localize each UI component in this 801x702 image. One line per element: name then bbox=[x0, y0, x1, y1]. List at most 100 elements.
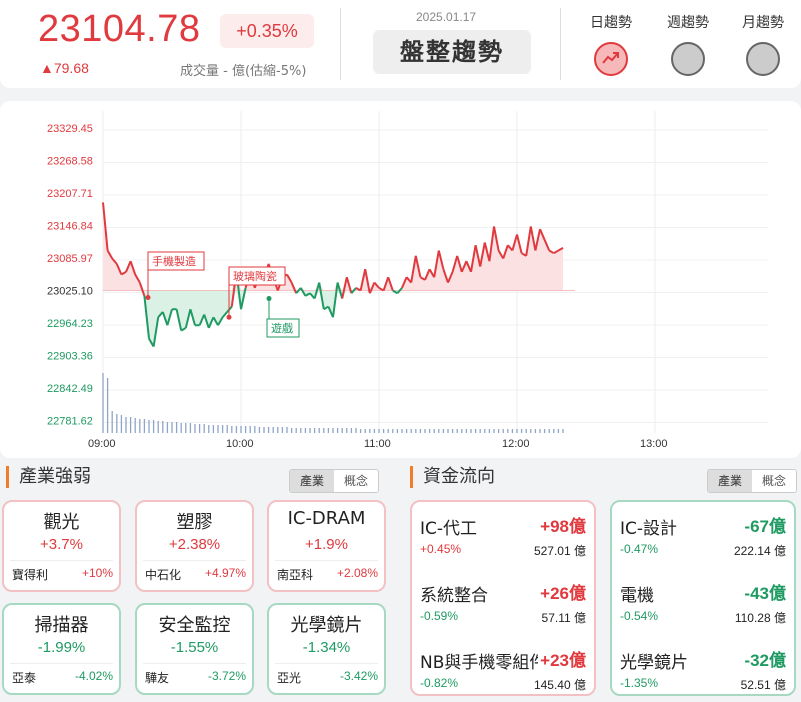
flow-name: 電機 bbox=[620, 586, 654, 606]
tab-label: 週趨勢 bbox=[667, 15, 709, 31]
industry-card[interactable]: IC-DRAM +1.9% 南亞科 +2.08% bbox=[267, 500, 386, 592]
divider bbox=[143, 560, 246, 561]
flow-amount: +23億 bbox=[540, 651, 586, 670]
flow-amount: -43億 bbox=[744, 584, 786, 603]
leading-stock: 寶得利 bbox=[12, 568, 49, 582]
flow-amount: +98億 bbox=[540, 517, 586, 536]
flow-amount: -32億 bbox=[744, 651, 786, 670]
segment-industry[interactable]: 產業 bbox=[290, 470, 334, 492]
leading-stock-pct: -3.42% bbox=[339, 669, 378, 683]
leading-stock-pct: -4.02% bbox=[74, 669, 113, 683]
flow-pct: -0.82% bbox=[420, 676, 459, 690]
chart-svg: 23329.45 23268.58 23207.71 23146.84 23085.97… bbox=[47, 111, 768, 450]
circle-icon bbox=[746, 42, 780, 76]
intraday-chart[interactable]: 23329.45 23268.58 23207.71 23146.84 23085.97… bbox=[0, 101, 801, 462]
tab-label: 月趨勢 bbox=[742, 15, 784, 31]
flow-item[interactable]: 光學鏡片 -32億 -1.35% 52.51 億 bbox=[620, 642, 786, 700]
flow-item[interactable]: IC-設計 -67億 -0.47% 222.14 億 bbox=[620, 508, 786, 566]
divider bbox=[10, 560, 113, 561]
industry-card[interactable]: 光學鏡片 -1.34% 亞光 -3.42% bbox=[267, 603, 386, 695]
industry-card[interactable]: 塑膠 +2.38% 中石化 +4.97% bbox=[135, 500, 254, 592]
divider bbox=[275, 663, 378, 664]
industry-segment: 產業 概念 bbox=[289, 469, 379, 493]
industry-name: 光學鏡片 bbox=[290, 615, 363, 636]
outflow-panel: IC-設計 -67億 -0.47% 222.14 億 電機 -43億 -0.54… bbox=[610, 500, 796, 696]
industry-name: 安全監控 bbox=[158, 615, 231, 636]
divider bbox=[275, 560, 378, 561]
x-tick-label: 11:00 bbox=[364, 438, 391, 450]
y-tick-label: 23146.84 bbox=[47, 221, 93, 233]
flow-value: 145.40 億 bbox=[533, 678, 586, 692]
annotation-label: 玻璃陶瓷 bbox=[233, 269, 277, 283]
divider bbox=[143, 663, 246, 664]
x-tick-label: 13:00 bbox=[640, 438, 668, 450]
leading-stock-pct: +4.97% bbox=[204, 566, 246, 580]
industry-name: 觀光 bbox=[43, 512, 80, 533]
fundflow-section-title: 資金流向 bbox=[410, 466, 495, 488]
y-tick-label: 23207.71 bbox=[47, 188, 93, 200]
flow-amount: +26億 bbox=[540, 584, 586, 603]
y-tick-label: 22903.36 bbox=[47, 351, 93, 363]
industry-name: 掃描器 bbox=[34, 615, 89, 636]
flow-item[interactable]: NB與手機零組件 +23億 -0.82% 145.40 億 bbox=[420, 642, 586, 700]
industry-pct: -1.99% bbox=[37, 639, 86, 656]
flow-pct: -0.59% bbox=[420, 609, 459, 623]
y-tick-label: 23085.97 bbox=[47, 253, 93, 265]
leading-stock-pct: -3.72% bbox=[207, 669, 246, 683]
y-tick-label: 23025.10 bbox=[47, 286, 93, 298]
circle-icon bbox=[671, 42, 705, 76]
change-percent-badge: +0.35% bbox=[220, 14, 314, 48]
inflow-panel: IC-代工 +98億 +0.45% 527.01 億 系統整合 +26億 -0.… bbox=[410, 500, 596, 696]
flow-name: IC-代工 bbox=[420, 519, 478, 539]
quote-header: 23104.78 +0.35% ▲79.68 成交量 - 億(估縮-5%) 20… bbox=[0, 0, 801, 88]
intraday-chart-card: 23329.45 23268.58 23207.71 23146.84 23085.97… bbox=[0, 101, 801, 458]
industry-name: 塑膠 bbox=[176, 512, 213, 533]
flow-value: 110.28 億 bbox=[734, 611, 786, 625]
industry-card[interactable]: 掃描器 -1.99% 亞泰 -4.02% bbox=[2, 603, 121, 695]
annotation-dot bbox=[226, 314, 232, 320]
divider bbox=[340, 8, 341, 80]
x-tick-label: 12:00 bbox=[502, 438, 530, 450]
leading-stock-pct: +10% bbox=[81, 566, 113, 580]
y-tick-label: 22964.23 bbox=[47, 318, 93, 330]
flow-item[interactable]: 電機 -43億 -0.54% 110.28 億 bbox=[620, 575, 786, 633]
segment-industry[interactable]: 產業 bbox=[708, 470, 752, 492]
flow-item[interactable]: IC-代工 +98億 +0.45% 527.01 億 bbox=[420, 508, 586, 566]
industry-pct: +2.38% bbox=[168, 536, 221, 553]
segment-concept[interactable]: 概念 bbox=[334, 470, 378, 492]
flow-value: 222.14 億 bbox=[733, 544, 786, 558]
y-tick-label: 23329.45 bbox=[47, 123, 93, 135]
flow-pct: -0.47% bbox=[620, 542, 659, 556]
tab-label: 日趨勢 bbox=[590, 15, 632, 31]
tab-weekly-trend[interactable]: 週趨勢 bbox=[653, 12, 723, 76]
flow-value: 57.11 億 bbox=[541, 611, 586, 625]
industry-name: IC-DRAM bbox=[287, 508, 366, 529]
leading-stock: 中石化 bbox=[145, 568, 182, 582]
industry-pct: -1.55% bbox=[170, 639, 219, 656]
flow-name: 光學鏡片 bbox=[620, 653, 688, 673]
area-below-baseline bbox=[103, 290, 563, 347]
volume-text: 成交量 - 億(估縮-5%) bbox=[180, 64, 307, 79]
y-tick-label: 22842.49 bbox=[47, 383, 93, 395]
tab-monthly-trend[interactable]: 月趨勢 bbox=[728, 12, 798, 76]
segment-concept[interactable]: 概念 bbox=[752, 470, 796, 492]
flow-amount: -67億 bbox=[744, 517, 786, 536]
industry-card[interactable]: 安全監控 -1.55% 驊友 -3.72% bbox=[135, 603, 254, 695]
flow-pct: +0.45% bbox=[420, 542, 462, 556]
flow-item[interactable]: 系統整合 +26億 -0.59% 57.11 億 bbox=[420, 575, 586, 633]
index-price: 23104.78 bbox=[38, 8, 201, 50]
leading-stock-pct: +2.08% bbox=[336, 566, 378, 580]
industry-pct: +1.9% bbox=[305, 536, 348, 553]
y-tick-label: 23268.58 bbox=[47, 156, 93, 168]
annotation-dot bbox=[145, 295, 151, 300]
y-tick-label: 22781.62 bbox=[47, 416, 93, 428]
leading-stock: 亞泰 bbox=[12, 671, 37, 685]
annotation-label: 手機製造 bbox=[152, 254, 196, 268]
tab-daily-trend[interactable]: 日趨勢 bbox=[576, 12, 646, 76]
divider bbox=[560, 8, 561, 80]
area-above-baseline bbox=[103, 202, 563, 291]
industry-card[interactable]: 觀光 +3.7% 寶得利 +10% bbox=[2, 500, 121, 592]
leading-stock: 驊友 bbox=[145, 671, 170, 685]
annotation-dot bbox=[266, 296, 272, 302]
flow-value: 527.01 億 bbox=[533, 544, 586, 558]
